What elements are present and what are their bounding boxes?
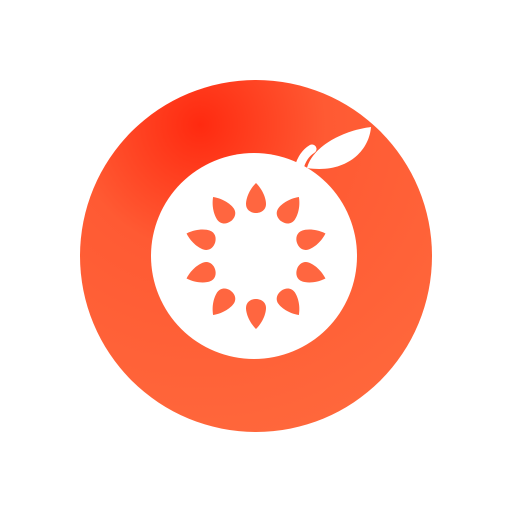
fruit-flesh [151, 153, 357, 359]
fruit-slice-logo-icon [80, 80, 432, 432]
app-icon-canvas [0, 0, 512, 512]
